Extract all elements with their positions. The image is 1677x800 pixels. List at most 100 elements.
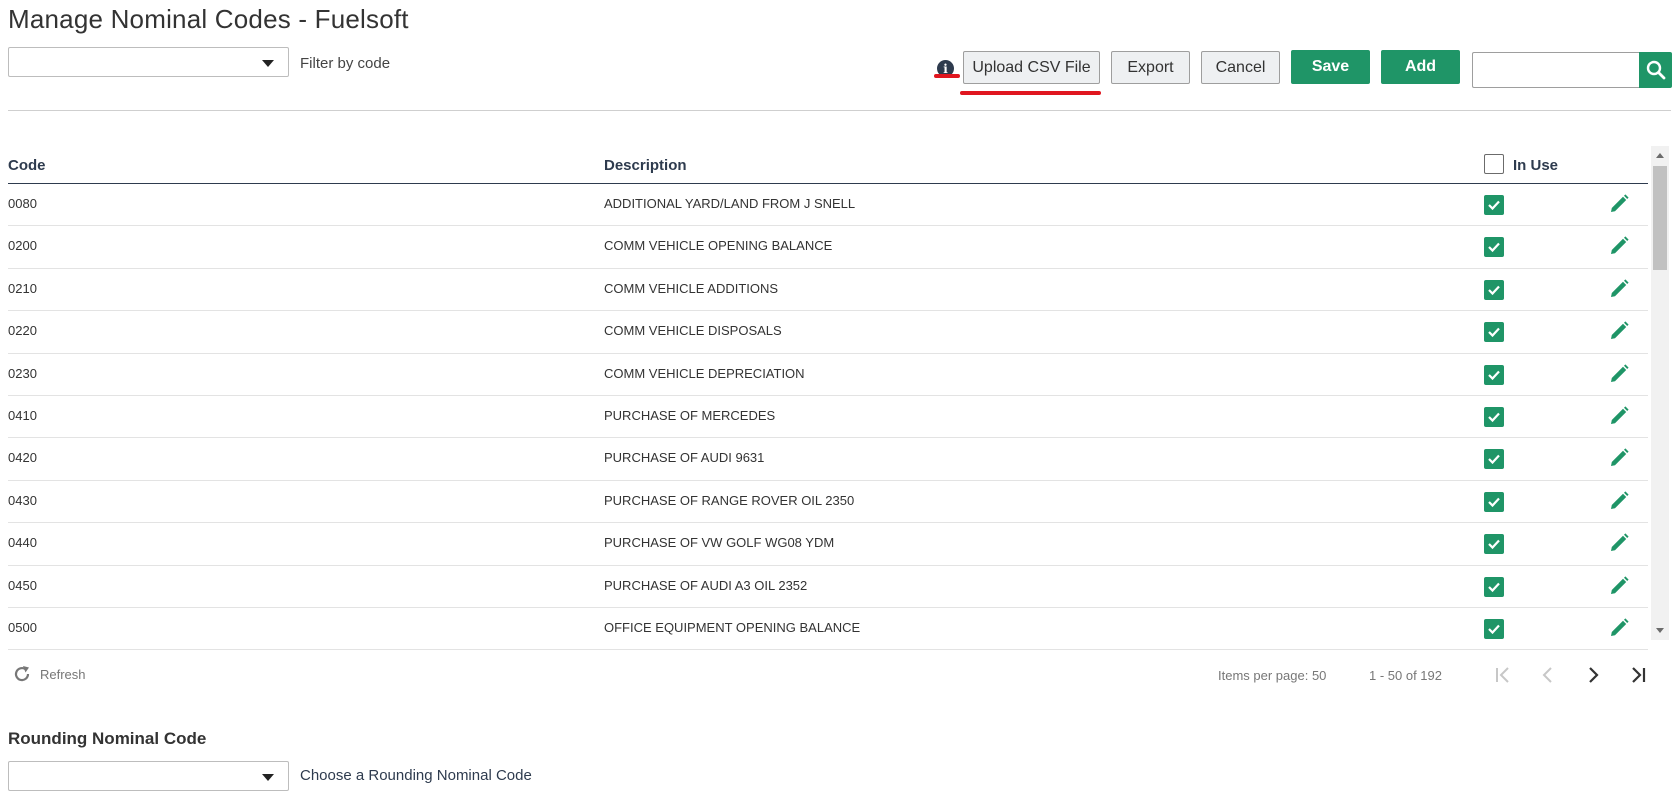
grid-scrollbar[interactable] [1651, 146, 1669, 640]
in-use-checkbox[interactable] [1484, 322, 1504, 343]
edit-button[interactable] [1608, 278, 1630, 300]
pencil-icon [1611, 533, 1629, 552]
table-row[interactable]: 0200 COMM VEHICLE OPENING BALANCE [8, 226, 1648, 269]
row-code: 0230 [8, 365, 37, 381]
table-row[interactable]: 0430 PURCHASE OF RANGE ROVER OIL 2350 [8, 481, 1648, 524]
checkmark-icon [1488, 243, 1500, 253]
row-description: OFFICE EQUIPMENT OPENING BALANCE [604, 619, 861, 635]
edit-button[interactable] [1608, 235, 1630, 257]
edit-button[interactable] [1608, 447, 1630, 469]
table-row[interactable]: 0080 ADDITIONAL YARD/LAND FROM J SNELL [8, 184, 1648, 227]
refresh-button[interactable]: Refresh [12, 664, 86, 684]
row-code: 0080 [8, 196, 37, 211]
last-page-button[interactable] [1625, 662, 1651, 688]
chevron-down-icon [262, 60, 274, 67]
table-row[interactable]: 0420 PURCHASE OF AUDI 9631 [8, 438, 1648, 481]
upload-csv-button[interactable]: Upload CSV File [963, 51, 1100, 84]
scroll-up-arrow-icon[interactable] [1656, 153, 1664, 158]
in-use-checkbox[interactable] [1484, 364, 1504, 385]
row-code: 0200 [8, 238, 37, 254]
in-use-checkbox[interactable] [1484, 406, 1504, 427]
checkmark-icon [1488, 327, 1500, 338]
in-use-checkbox[interactable] [1484, 195, 1504, 215]
in-use-checkbox[interactable] [1484, 576, 1504, 597]
edit-button[interactable] [1608, 617, 1630, 639]
search-button[interactable] [1639, 52, 1672, 88]
in-use-checkbox[interactable] [1484, 491, 1504, 512]
refresh-label: Refresh [40, 666, 86, 682]
first-page-button[interactable] [1490, 662, 1516, 688]
checkmark-icon [1488, 582, 1500, 592]
pencil-icon [1611, 236, 1629, 255]
checkmark-icon [1488, 497, 1500, 507]
add-button[interactable]: Add [1381, 50, 1460, 84]
grid-body: 0080 ADDITIONAL YARD/LAND FROM J SNELL 020… [8, 184, 1648, 651]
nominal-codes-grid: Code Description In Use 0080 ADDITIONAL Y… [8, 146, 1648, 651]
checkmark-icon [1488, 285, 1500, 295]
in-use-checkbox[interactable] [1484, 618, 1504, 639]
scroll-thumb[interactable] [1653, 166, 1667, 270]
column-header-description[interactable]: Description [604, 157, 687, 174]
chevron-down-icon [262, 774, 274, 781]
row-description: ADDITIONAL YARD/LAND FROM J SNELL [604, 196, 856, 211]
chevron-right-icon [1589, 667, 1599, 683]
scroll-down-arrow-icon[interactable] [1656, 628, 1664, 633]
row-description: PURCHASE OF AUDI A3 OIL 2352 [604, 577, 808, 593]
row-description: COMM VEHICLE ADDITIONS [604, 280, 779, 296]
in-use-checkbox[interactable] [1484, 279, 1504, 300]
pencil-icon [1611, 491, 1629, 509]
page-title: Manage Nominal Codes - Fuelsoft [8, 4, 409, 34]
edit-button[interactable] [1608, 575, 1630, 597]
row-code: 0420 [8, 450, 37, 466]
page-range-label: 1 - 50 of 192 [1369, 668, 1442, 683]
rounding-code-label: Choose a Rounding Nominal Code [300, 767, 532, 784]
checkmark-icon [1488, 412, 1500, 423]
previous-page-button[interactable] [1535, 662, 1561, 688]
in-use-checkbox[interactable] [1484, 534, 1504, 555]
header-divider [8, 110, 1671, 111]
select-all-in-use-checkbox[interactable] [1484, 154, 1504, 174]
edit-button[interactable] [1608, 405, 1630, 427]
pencil-icon [1611, 406, 1629, 424]
row-code: 0220 [8, 323, 37, 339]
search-input[interactable] [1472, 52, 1640, 88]
row-description: PURCHASE OF VW GOLF WG08 YDM [604, 535, 835, 551]
checkmark-icon [1488, 200, 1500, 211]
save-button[interactable]: Save [1291, 50, 1370, 84]
grid-footer: Refresh Items per page: 50 1 - 50 of 192 [8, 660, 1668, 690]
export-button[interactable]: Export [1111, 51, 1190, 84]
chevron-left-icon [1542, 667, 1552, 683]
grid-header: Code Description In Use [8, 146, 1648, 184]
table-row[interactable]: 0500 OFFICE EQUIPMENT OPENING BALANCE [8, 608, 1648, 651]
search-icon [1646, 60, 1665, 80]
row-code: 0410 [8, 407, 37, 423]
row-code: 0500 [8, 619, 37, 635]
table-row[interactable]: 0410 PURCHASE OF MERCEDES [8, 396, 1648, 439]
edit-button[interactable] [1608, 490, 1630, 512]
edit-button[interactable] [1608, 193, 1630, 215]
pencil-icon [1611, 618, 1629, 636]
rounding-code-dropdown[interactable] [8, 761, 289, 791]
table-row[interactable]: 0440 PURCHASE OF VW GOLF WG08 YDM [8, 523, 1648, 566]
cancel-button[interactable]: Cancel [1201, 51, 1280, 84]
code-filter-dropdown[interactable] [8, 47, 289, 77]
table-row[interactable]: 0230 COMM VEHICLE DEPRECIATION [8, 354, 1648, 396]
row-description: PURCHASE OF RANGE ROVER OIL 2350 [604, 492, 855, 508]
table-row[interactable]: 0220 COMM VEHICLE DISPOSALS [8, 311, 1648, 354]
in-use-checkbox[interactable] [1484, 237, 1504, 258]
table-row[interactable]: 0210 COMM VEHICLE ADDITIONS [8, 269, 1648, 312]
checkmark-icon [1488, 370, 1500, 380]
in-use-checkbox[interactable] [1484, 449, 1504, 470]
table-row[interactable]: 0450 PURCHASE OF AUDI A3 OIL 2352 [8, 566, 1648, 608]
first-page-icon [1496, 667, 1509, 683]
pencil-icon [1611, 194, 1629, 212]
edit-button[interactable] [1608, 320, 1630, 342]
pencil-icon [1611, 448, 1629, 467]
edit-button[interactable] [1608, 532, 1630, 554]
row-code: 0440 [8, 535, 37, 551]
last-page-icon [1632, 667, 1646, 683]
next-page-button[interactable] [1580, 662, 1606, 688]
column-header-in-use[interactable]: In Use [1513, 157, 1558, 174]
edit-button[interactable] [1608, 363, 1630, 385]
column-header-code[interactable]: Code [8, 157, 46, 174]
